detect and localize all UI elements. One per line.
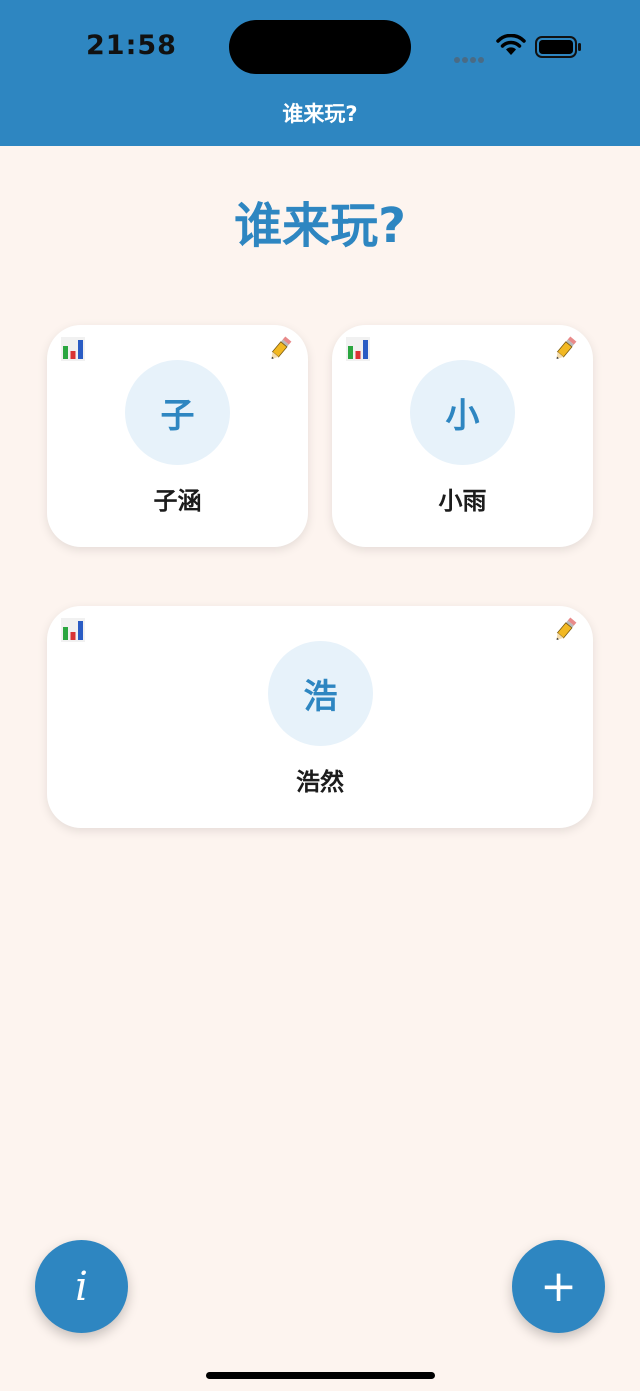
plus-icon: +	[540, 1261, 577, 1312]
player-name: 浩然	[296, 768, 344, 796]
player-card[interactable]: 子 子涵	[47, 325, 308, 547]
pencil-icon[interactable]	[551, 616, 579, 644]
status-time: 21:58	[86, 30, 177, 61]
avatar: 小	[410, 360, 515, 465]
wifi-icon	[496, 34, 526, 55]
avatar: 子	[125, 360, 230, 465]
player-name: 子涵	[153, 487, 202, 515]
add-player-button[interactable]: +	[512, 1240, 605, 1333]
pencil-icon[interactable]	[266, 335, 294, 363]
player-name: 小雨	[438, 487, 487, 515]
app-header: 21:58 谁来玩?	[0, 0, 640, 146]
nav-title: 谁来玩?	[282, 102, 358, 126]
dynamic-island	[229, 20, 411, 74]
home-indicator	[206, 1372, 435, 1379]
page-title: 谁来玩?	[234, 198, 406, 254]
player-card[interactable]: 小 小雨	[332, 325, 593, 547]
battery-icon	[535, 36, 581, 58]
info-button[interactable]: i	[35, 1240, 128, 1333]
info-icon: i	[75, 1263, 88, 1310]
bar-chart-icon[interactable]	[61, 337, 85, 361]
bar-chart-icon[interactable]	[61, 618, 85, 642]
player-card[interactable]: 浩 浩然	[47, 606, 593, 828]
pencil-icon[interactable]	[551, 335, 579, 363]
bar-chart-icon[interactable]	[346, 337, 370, 361]
avatar: 浩	[268, 641, 373, 746]
cellular-signal-icon	[454, 48, 486, 67]
